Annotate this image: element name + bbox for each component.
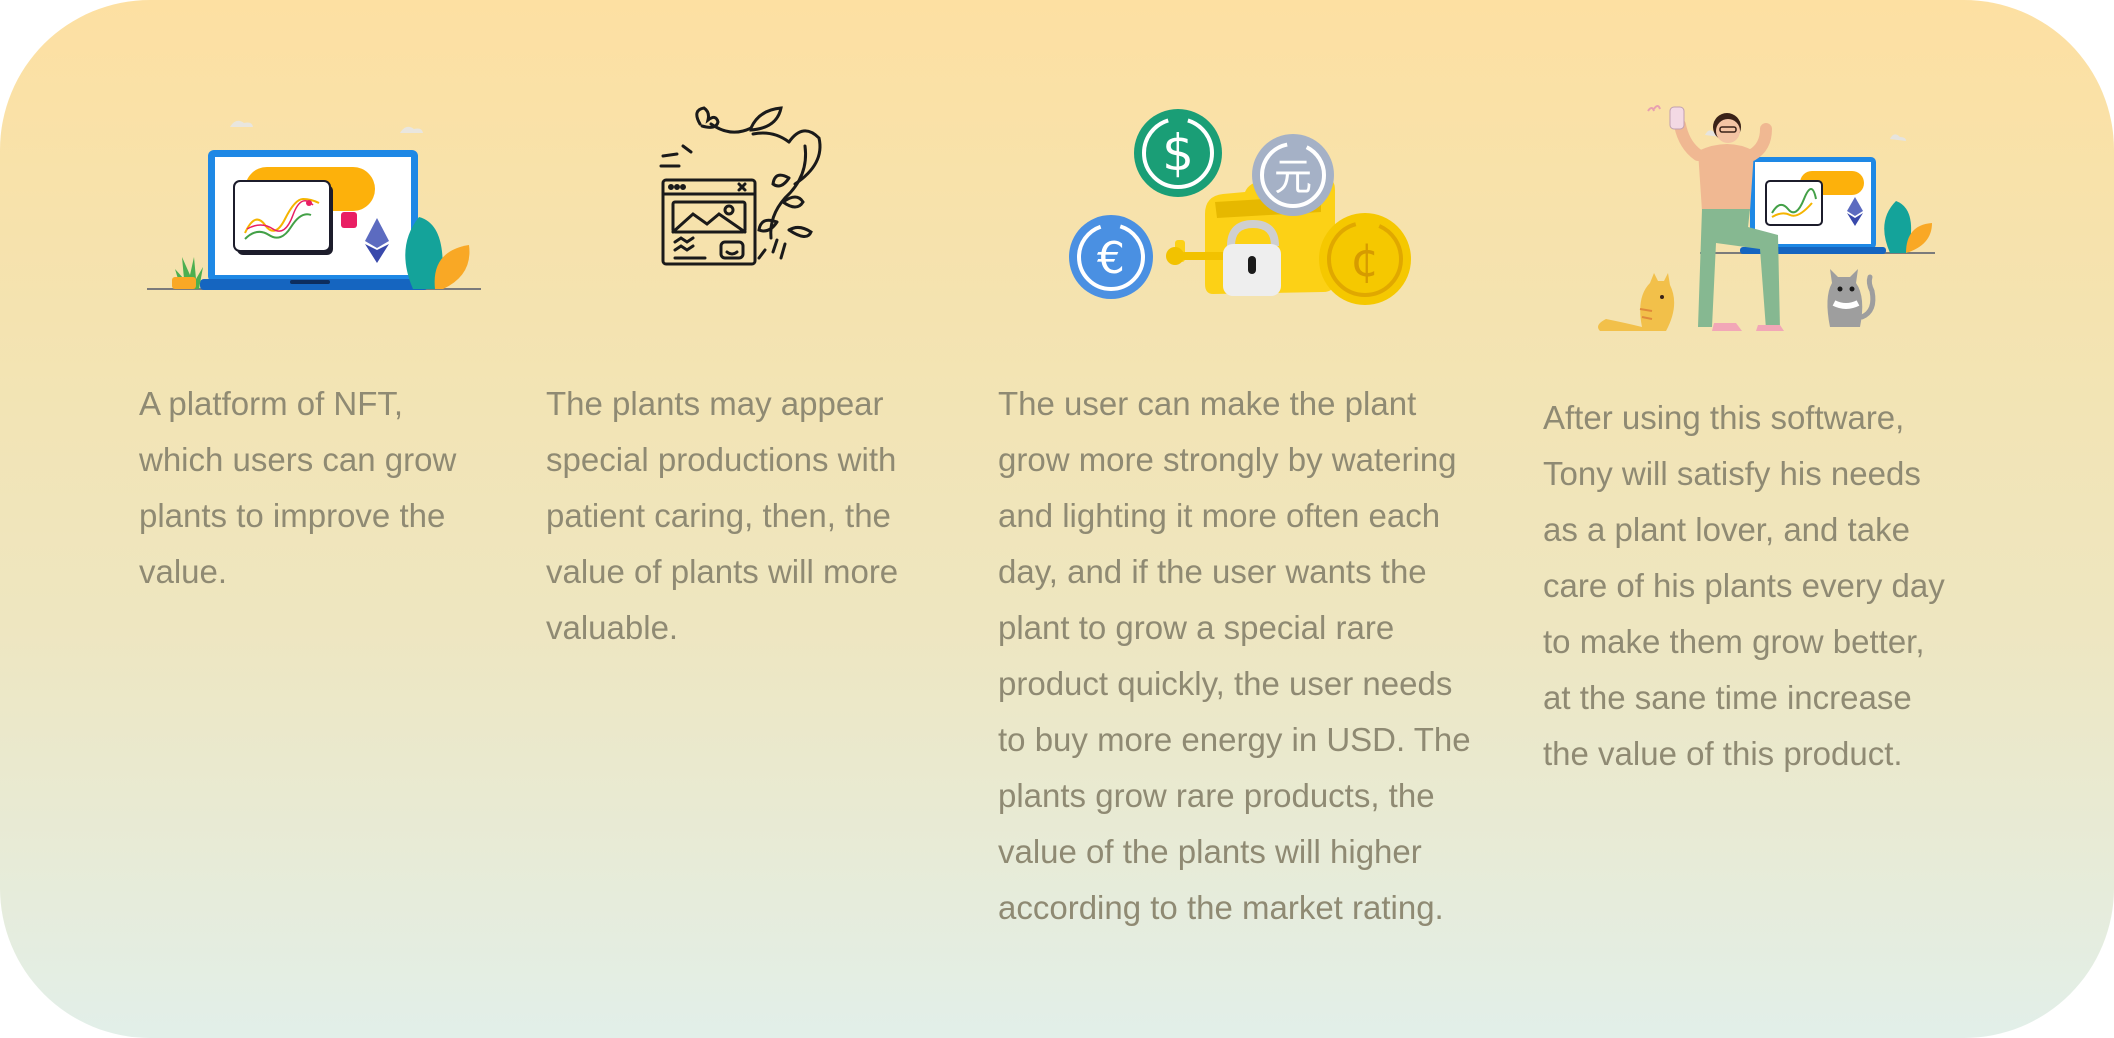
feature-line: which users can grow: [139, 441, 457, 478]
cent-coin-symbol: ¢: [1350, 233, 1379, 287]
feature-line: as a plant lover, and take: [1543, 511, 1910, 548]
feature-line: valuable.: [546, 609, 679, 646]
feature-line: the value of this product.: [1543, 735, 1903, 772]
feature-line: value.: [139, 553, 228, 590]
feature-line: to buy more energy in USD. The: [998, 721, 1471, 758]
laptop-nft-chart-icon: [147, 120, 481, 290]
feature-line: plants grow rare products, the: [998, 777, 1435, 814]
feature-line: value of plants will more: [546, 553, 899, 590]
feature-line: value of the plants will higher: [998, 833, 1422, 870]
feature-line: grow more strongly by watering: [998, 441, 1457, 478]
feature-line: Tony will satisfy his needs: [1543, 455, 1921, 492]
feature-line: plant to grow a special rare: [998, 609, 1395, 646]
feature-text-1: A platform of NFT, which users can grow …: [139, 376, 539, 600]
feature-line: care of his plants every day: [1543, 567, 1945, 604]
plants-sketch-icon: [659, 106, 822, 266]
feature-line: at the sane time increase: [1543, 679, 1912, 716]
feature-line: patient caring, then, the: [546, 497, 891, 534]
feature-line: special productions with: [546, 441, 897, 478]
feature-card: $ 元 € ¢ A platform of NFT, which users c…: [0, 0, 2114, 1038]
feature-line: After using this software,: [1543, 399, 1905, 436]
feature-line: according to the market rating.: [998, 889, 1444, 926]
feature-line: product quickly, the user needs: [998, 665, 1453, 702]
feature-line: plants to improve the: [139, 497, 446, 534]
currency-coins-icon: $ 元 € ¢: [1069, 109, 1411, 305]
feature-line: The plants may appear: [546, 385, 884, 422]
feature-line: The user can make the plant: [998, 385, 1417, 422]
feature-line: and lighting it more often each: [998, 497, 1441, 534]
feature-line: A platform of NFT,: [139, 385, 404, 422]
feature-line: day, and if the user wants the: [998, 553, 1427, 590]
feature-text-3: The user can make the plant grow more st…: [998, 376, 1538, 936]
euro-coin-symbol: €: [1097, 233, 1125, 284]
yuan-coin-symbol: 元: [1274, 155, 1312, 199]
plant-lover-with-cats-icon: [1598, 105, 1935, 331]
feature-text-2: The plants may appear special production…: [546, 376, 966, 656]
feature-line: to make them grow better,: [1543, 623, 1925, 660]
feature-text-4: After using this software, Tony will sat…: [1543, 390, 2003, 782]
dollar-coin-symbol: $: [1162, 124, 1194, 182]
